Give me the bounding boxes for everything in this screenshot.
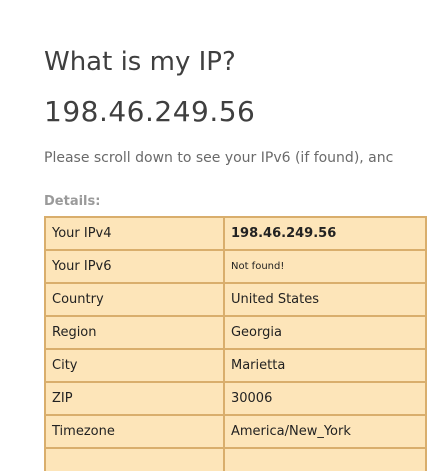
page-title: What is my IP? xyxy=(44,47,236,77)
row-value-region: Georgia xyxy=(222,315,427,350)
table-row xyxy=(44,447,427,471)
scroll-note: Please scroll down to see your IPv6 (if … xyxy=(44,150,394,166)
row-value-ipv6: Not found! xyxy=(222,249,427,284)
row-value-city: Marietta xyxy=(222,348,427,383)
table-row: Your IPv6 Not found! xyxy=(44,249,427,284)
table-row: Timezone America/New_York xyxy=(44,414,427,449)
row-key-country: Country xyxy=(44,282,225,317)
row-value-cutoff xyxy=(222,447,427,471)
row-key-city: City xyxy=(44,348,225,383)
main-content: What is my IP? 198.46.249.56 Please scro… xyxy=(44,0,427,471)
row-key-ipv4: Your IPv4 xyxy=(44,216,225,251)
row-value-timezone: America/New_York xyxy=(222,414,427,449)
row-key-region: Region xyxy=(44,315,225,350)
table-row: Region Georgia xyxy=(44,315,427,350)
details-table: Your IPv4 198.46.249.56 Your IPv6 Not fo… xyxy=(44,216,427,471)
row-key-cutoff xyxy=(44,447,225,471)
row-key-ipv6: Your IPv6 xyxy=(44,249,225,284)
table-row: ZIP 30006 xyxy=(44,381,427,416)
row-key-timezone: Timezone xyxy=(44,414,225,449)
row-key-zip: ZIP xyxy=(44,381,225,416)
row-value-zip: 30006 xyxy=(222,381,427,416)
row-value-country: United States xyxy=(222,282,427,317)
ip-address-display: 198.46.249.56 xyxy=(44,95,256,128)
row-value-ipv4: 198.46.249.56 xyxy=(222,216,427,251)
table-row: Your IPv4 198.46.249.56 xyxy=(44,216,427,251)
details-label: Details: xyxy=(44,194,101,209)
table-row: City Marietta xyxy=(44,348,427,383)
table-row: Country United States xyxy=(44,282,427,317)
